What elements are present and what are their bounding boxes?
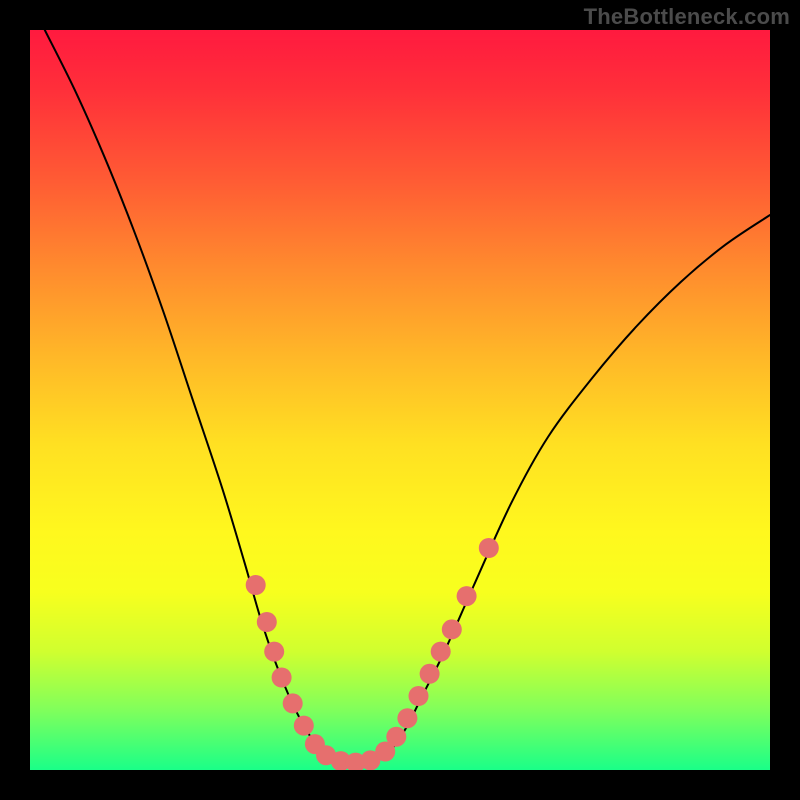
- curve-dot: [442, 619, 462, 639]
- curve-dot: [479, 538, 499, 558]
- curve-dot: [272, 668, 292, 688]
- curve-dot: [294, 716, 314, 736]
- curve-dot: [283, 693, 303, 713]
- chart-svg: [30, 30, 770, 770]
- curve-dot: [420, 664, 440, 684]
- curve-dot: [409, 686, 429, 706]
- curve-dot: [457, 586, 477, 606]
- curve-dot: [264, 642, 284, 662]
- watermark-text: TheBottleneck.com: [584, 4, 790, 30]
- curve-dot: [257, 612, 277, 632]
- curve-dot: [246, 575, 266, 595]
- curve-dot: [386, 727, 406, 747]
- curve-dot: [431, 642, 451, 662]
- outer-frame: TheBottleneck.com: [0, 0, 800, 800]
- bottleneck-curve: [45, 30, 770, 763]
- curve-dot: [397, 708, 417, 728]
- curve-dots-group: [246, 538, 499, 770]
